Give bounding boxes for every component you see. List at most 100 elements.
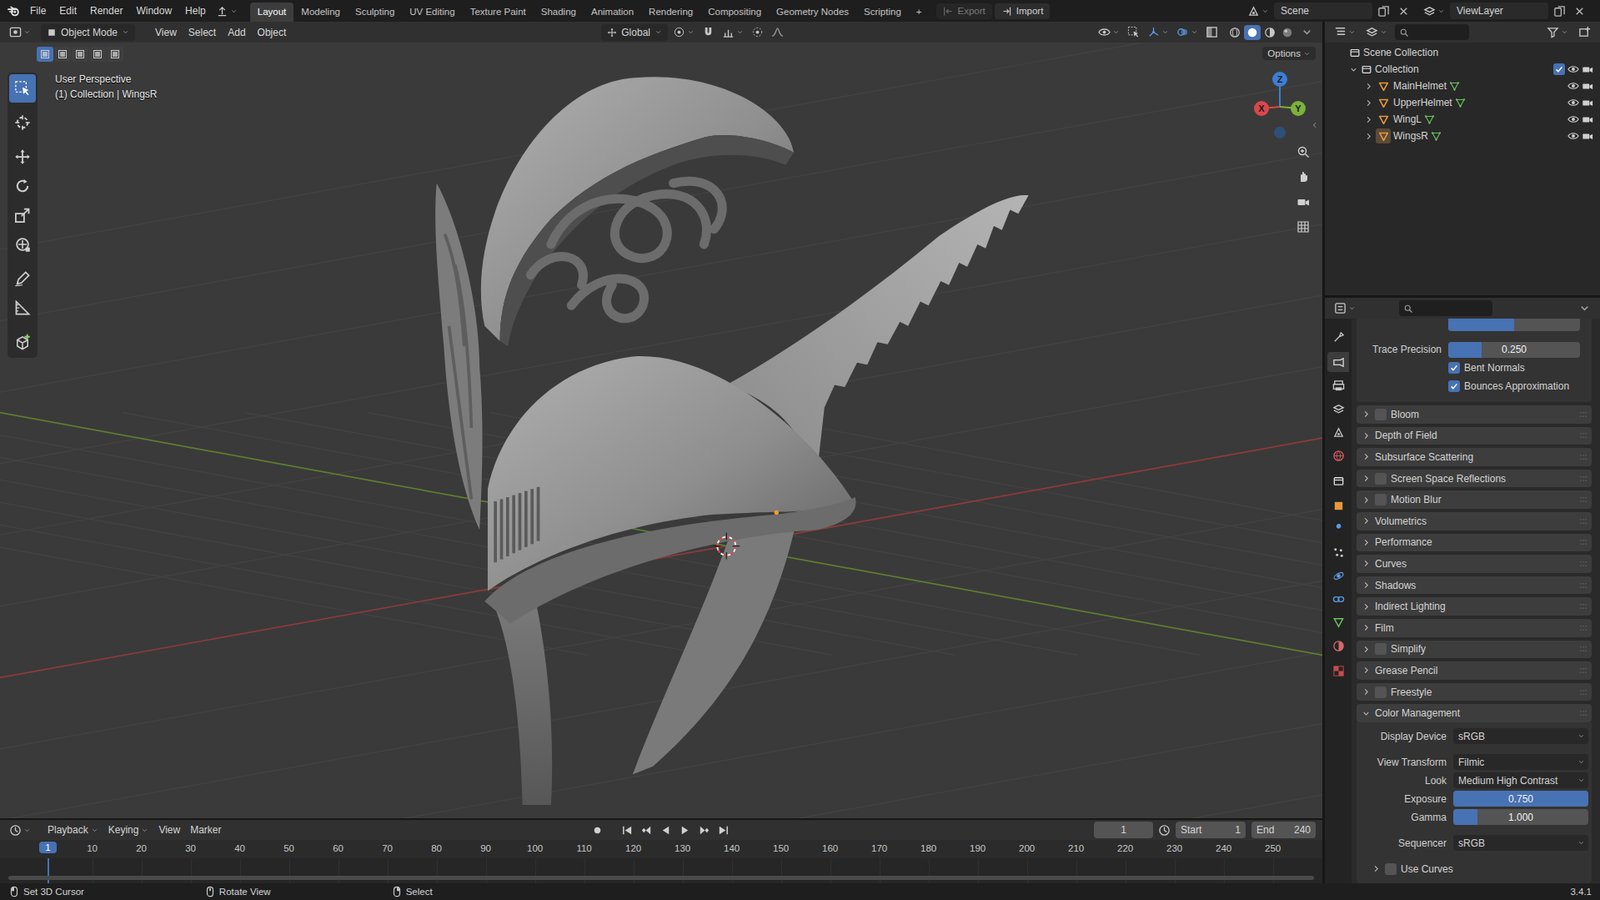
checkbox[interactable]	[1384, 862, 1397, 875]
end-frame-field[interactable]: End240	[1251, 821, 1316, 838]
action-button[interactable]: Import	[994, 3, 1051, 20]
selection-mode-icon[interactable]	[92, 49, 103, 60]
chevron-down-icon[interactable]	[736, 28, 744, 36]
new-collection-button[interactable]	[1575, 24, 1594, 41]
menu-dropdown[interactable]: View	[153, 823, 186, 836]
shading-button[interactable]	[1243, 25, 1261, 41]
tool-button[interactable]	[9, 264, 36, 293]
zoom-icon[interactable]	[1296, 145, 1310, 159]
object-tab-icon[interactable]	[1332, 499, 1345, 512]
jump-start-button[interactable]	[618, 822, 637, 838]
axis-y-handle[interactable]: Y	[1290, 100, 1306, 116]
timeline-scrollbar[interactable]	[8, 875, 1315, 880]
blender-logo-button[interactable]	[5, 3, 23, 20]
checkbox[interactable]	[1374, 408, 1387, 421]
preview-range-icon[interactable]	[1158, 823, 1171, 837]
annotate-tool-icon[interactable]	[14, 270, 31, 287]
drag-handle-icon[interactable]	[1578, 409, 1589, 420]
visibility-button[interactable]	[1095, 24, 1123, 41]
render-tab-icon[interactable]	[1332, 356, 1345, 369]
eye-icon[interactable]	[1567, 130, 1580, 142]
panel-header[interactable]: Freestyle	[1356, 682, 1592, 702]
previous-key-button[interactable]	[637, 822, 656, 838]
tool-button[interactable]	[9, 293, 36, 322]
material-tab-icon[interactable]	[1332, 639, 1345, 653]
close-icon[interactable]	[1573, 5, 1586, 18]
menu-item[interactable]: Add	[221, 24, 251, 41]
camera-icon[interactable]	[1581, 80, 1594, 92]
selection-mode-button[interactable]	[36, 46, 54, 62]
eye-icon[interactable]	[1567, 80, 1580, 92]
play-button[interactable]	[676, 822, 694, 838]
drag-handle-icon[interactable]	[1578, 430, 1589, 441]
panel-header[interactable]: Screen Space Reflections	[1356, 469, 1592, 488]
jump-end-icon[interactable]	[717, 823, 730, 837]
scene-tab-icon[interactable]	[1332, 426, 1345, 439]
pan-hand-icon[interactable]	[1296, 170, 1310, 184]
add-tool-icon[interactable]	[14, 333, 31, 351]
workspace-tab[interactable]: Shading	[533, 2, 584, 22]
outliner-row[interactable]: Scene Collection	[1324, 44, 1600, 61]
preview-range-button[interactable]	[1155, 822, 1174, 838]
timeline-editor-icon[interactable]	[9, 823, 22, 837]
value-slider[interactable]: 0.750	[1453, 790, 1589, 807]
move-tool-icon[interactable]	[14, 148, 31, 166]
scene-icon[interactable]	[1247, 5, 1260, 18]
dropdown[interactable]: sRGB	[1453, 727, 1589, 744]
shading-options-icon[interactable]	[1300, 25, 1314, 39]
dropdown[interactable]: sRGB	[1453, 834, 1589, 851]
disclosure-icon[interactable]	[1361, 622, 1371, 632]
properties-tab[interactable]	[1327, 541, 1350, 562]
menu-item[interactable]: Window	[130, 2, 178, 20]
chevron-down-icon[interactable]	[1261, 7, 1269, 16]
disclosure-icon[interactable]	[1364, 98, 1374, 108]
panel-header[interactable]: Curves	[1356, 554, 1592, 573]
pivot-button[interactable]	[670, 24, 698, 41]
auto-key-button[interactable]	[588, 822, 607, 838]
upload-button[interactable]	[213, 3, 241, 20]
selection-mode-icon[interactable]	[75, 49, 86, 60]
mode-dropdown[interactable]: Object Mode	[40, 24, 136, 41]
disclosure-icon[interactable]	[1364, 131, 1374, 141]
workspace-tab[interactable]: Compositing	[700, 2, 769, 22]
disclosure-icon[interactable]	[1361, 644, 1371, 654]
scene-button[interactable]	[1244, 3, 1272, 20]
drag-handle-icon[interactable]	[1578, 558, 1589, 569]
material-shading-icon[interactable]	[1263, 26, 1276, 39]
partial-slider[interactable]	[1448, 318, 1580, 332]
falloff-button[interactable]	[768, 24, 787, 41]
collection-tab-icon[interactable]	[1332, 474, 1345, 487]
drag-handle-icon[interactable]	[1578, 494, 1589, 505]
workspace-tab[interactable]: Rendering	[641, 2, 701, 22]
chevron-down-icon[interactable]	[1190, 28, 1199, 36]
properties-tab[interactable]	[1327, 518, 1350, 539]
duplicate-icon[interactable]	[1377, 5, 1390, 18]
camera-icon[interactable]	[1581, 96, 1594, 109]
checkbox[interactable]	[1374, 642, 1387, 655]
next-key-button[interactable]	[695, 822, 713, 838]
view-layer-tab-icon[interactable]	[1332, 402, 1345, 416]
drag-handle-icon[interactable]	[1578, 707, 1589, 718]
properties-tab[interactable]	[1327, 398, 1350, 419]
tool-button[interactable]	[9, 171, 36, 201]
outliner-editor-icon[interactable]	[1334, 25, 1347, 39]
camera-view-icon[interactable]	[1296, 195, 1310, 209]
disclosure-icon[interactable]	[1361, 516, 1371, 526]
scene-field[interactable]: Scene	[1273, 2, 1373, 20]
visibility-icon[interactable]	[1098, 25, 1111, 39]
workspace-tab[interactable]: Layout	[250, 2, 295, 22]
tool-button[interactable]	[9, 327, 36, 357]
shading-button[interactable]	[1226, 25, 1244, 41]
timeline-editor-button[interactable]	[6, 822, 34, 838]
panel-header[interactable]: Subsurface Scattering	[1356, 447, 1592, 467]
eye-icon[interactable]	[1567, 63, 1580, 76]
options-chevron-button[interactable]	[1575, 300, 1594, 316]
pan-hand-button[interactable]	[1292, 165, 1315, 188]
disclosure-icon[interactable]	[1361, 580, 1371, 590]
particles-tab-icon[interactable]	[1332, 546, 1345, 559]
disclosure-icon[interactable]	[1361, 708, 1371, 718]
axis-x-handle[interactable]: X	[1253, 100, 1269, 116]
options-chevron-icon[interactable]	[1578, 301, 1591, 315]
drag-handle-icon[interactable]	[1578, 643, 1589, 654]
close-icon[interactable]	[1397, 5, 1410, 18]
